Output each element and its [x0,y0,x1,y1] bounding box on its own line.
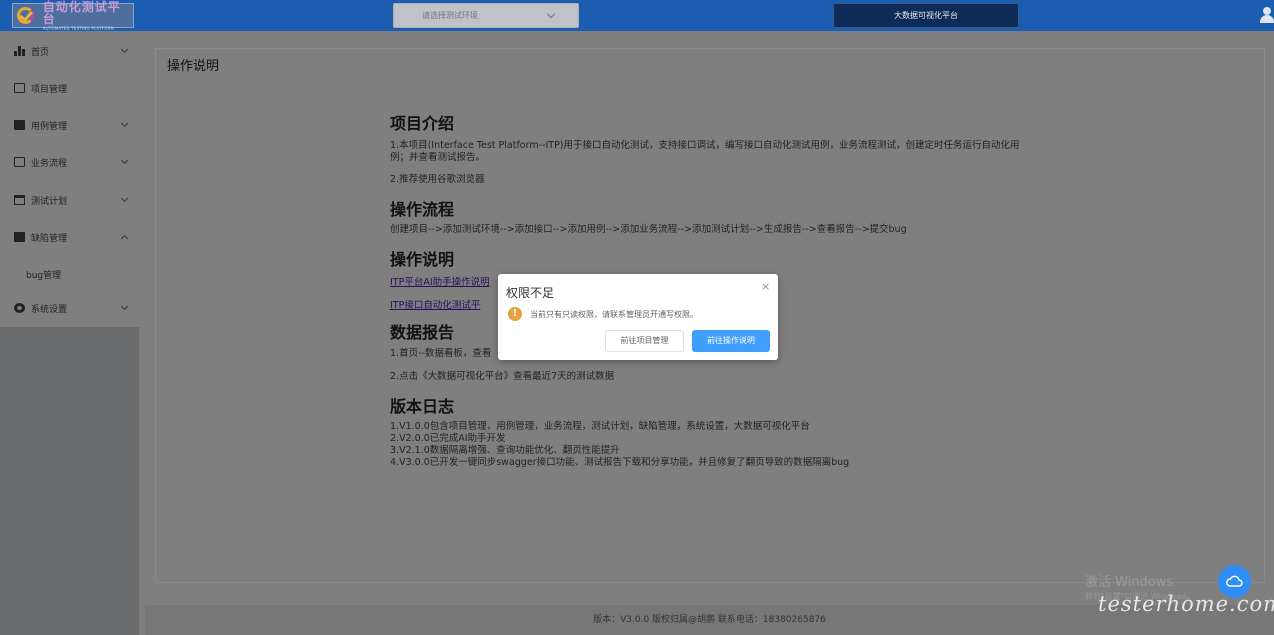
sidebar-item-label: 测试计划 [31,196,68,207]
changelog-item-4: 4.V3.0.0已开发一键同步swagger接口功能、测试报告下载和分享功能，并… [390,457,850,468]
changelog-item-3: 3.V2.1.0数据隔离增强、查询功能优化、翻页性能提升 [390,445,620,456]
permission-denied-dialog: 权限不足 × ! 当前只有只读权限，请联系管理员开通写权限。 前往项目管理 前往… [498,274,778,360]
sidebar-item-label: 系统设置 [31,304,68,315]
sidebar-item-label: 缺陷管理 [31,233,68,244]
intro-heading: 项目介绍 [390,114,455,133]
briefcase-icon [14,120,25,130]
user-avatar-icon[interactable] [1260,7,1274,23]
sidebar-item-business-flow[interactable]: 业务流程 [0,144,139,180]
folder-icon [14,83,25,93]
chevron-down-icon [120,119,129,128]
logo-title: 自动化测试平台 [42,0,121,26]
intro-paragraph-1: 1.本项目(Interface Test Platform--ITP)用于接口自… [390,140,1020,163]
go-project-management-button[interactable]: 前往项目管理 [605,330,684,352]
report-paragraph-2: 2.点击《大数据可视化平台》查看最近7天的测试数据 [390,371,615,382]
environment-select-placeholder: 请选择测试环境 [422,11,478,20]
changelog-heading: 版本日志 [390,397,455,416]
sidebar-subitem-bug-management[interactable]: bug管理 [0,256,139,292]
chevron-down-icon [120,45,129,54]
chevron-down-icon [120,156,129,165]
sidebar-item-projects[interactable]: 项目管理 [0,70,139,106]
guide-link-itp-platform[interactable]: ITP接口自动化测试平 [390,297,480,311]
intro-paragraph-2: 2.推荐使用谷歌浏览器 [390,174,485,185]
changelog-item-2: 2.V2.0.0已完成AI助手开发 [390,433,506,444]
document-icon [14,232,25,242]
report-heading: 数据报告 [390,323,455,342]
chevron-up-icon [120,234,129,243]
dialog-title: 权限不足 [506,286,555,300]
case-icon [14,157,25,167]
app-logo[interactable]: 自动化测试平台 AUTOMATED TESTING PLATFORM [12,0,134,31]
cloud-icon [1226,575,1243,587]
bar-chart-icon [14,46,25,56]
sidebar-filler [0,327,139,635]
warning-icon: ! [508,307,522,321]
go-instructions-button[interactable]: 前往操作说明 [692,330,770,352]
sidebar-item-label: 用例管理 [31,121,68,132]
sidebar: 首页 项目管理 用例管理 业务流程 测试计划 缺陷管理 bug管理 系统设置 [0,31,139,327]
sidebar-item-label: 项目管理 [31,84,68,95]
flow-heading: 操作流程 [390,200,455,219]
changelog-item-1: 1.V1.0.0包含项目管理，用例管理，业务流程，测试计划，缺陷管理，系统设置，… [390,421,810,432]
chevron-down-icon [120,194,129,203]
flow-paragraph: 创建项目-->添加测试环境-->添加接口-->添加用例-->添加业务流程-->添… [390,224,907,235]
top-header: 自动化测试平台 AUTOMATED TESTING PLATFORM 请选择测试… [0,0,1274,31]
sidebar-item-cases[interactable]: 用例管理 [0,107,139,143]
sidebar-item-home[interactable]: 首页 [0,33,139,69]
guide-heading: 操作说明 [390,250,455,269]
sidebar-item-label: 首页 [31,47,50,58]
close-icon[interactable]: × [761,280,770,293]
gear-icon [14,303,25,313]
logo-check-icon [15,5,41,26]
sidebar-subitem-label: bug管理 [26,271,62,281]
sidebar-item-settings[interactable]: 系统设置 [0,290,139,326]
chevron-down-icon [546,9,556,19]
dialog-message: 当前只有只读权限，请联系管理员开通写权限。 [530,310,698,319]
environment-select[interactable]: 请选择测试环境 [393,3,579,28]
logo-subtitle: AUTOMATED TESTING PLATFORM [42,25,115,31]
chevron-down-icon [120,302,129,311]
guide-link-ai-assistant[interactable]: ITP平台AI助手操作说明 [390,274,490,288]
calendar-icon [14,195,25,205]
testerhome-watermark: testerhome.com [1098,592,1274,616]
windows-activation-title: 激活 Windows [1085,575,1174,590]
page-title: 操作说明 [167,59,220,74]
sidebar-item-defects[interactable]: 缺陷管理 [0,219,139,255]
report-paragraph-1: 1.首页--数据看板，查看 [390,348,492,359]
sidebar-item-test-plan[interactable]: 测试计划 [0,182,139,218]
sidebar-item-label: 业务流程 [31,158,68,169]
bigdata-platform-button[interactable]: 大数据可视化平台 [833,3,1019,28]
